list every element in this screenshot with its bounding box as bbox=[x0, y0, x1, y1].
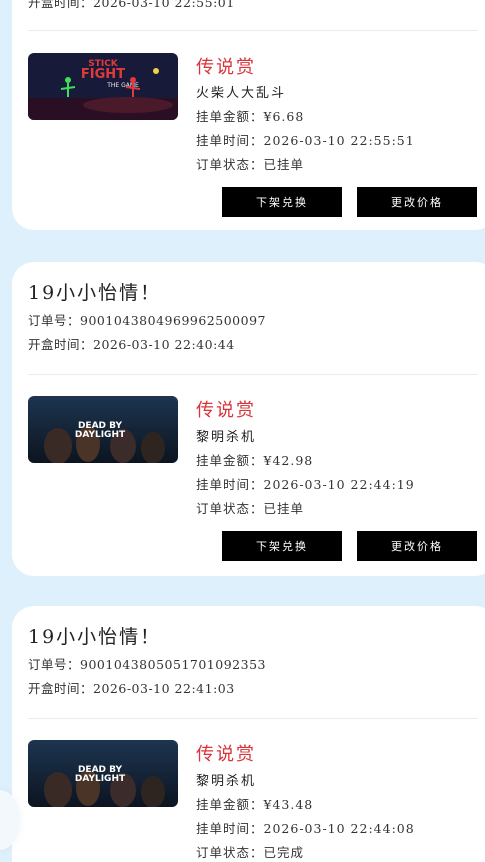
tier-label: 传说赏 bbox=[196, 744, 256, 765]
tier-label: 传说赏 bbox=[196, 400, 256, 421]
change-price-button[interactable]: 更改价格 bbox=[357, 187, 477, 217]
status-label: 订单状态： bbox=[196, 157, 264, 172]
status-value: 已完成 bbox=[263, 845, 305, 860]
game-name: 黎明杀机 bbox=[196, 430, 257, 445]
game-name: 黎明杀机 bbox=[196, 774, 257, 789]
amount-label: 挂单金额： bbox=[196, 797, 264, 812]
status-row: 订单状态：已挂单 bbox=[196, 154, 304, 173]
open-time-value: 2026-03-10 22:40:44 bbox=[93, 337, 235, 352]
game-thumbnail-dead-by-daylight[interactable]: DEAD BY DAYLIGHT bbox=[28, 740, 178, 807]
status-value: 已挂单 bbox=[263, 501, 305, 516]
list-time-row: 挂单时间：2026-03-10 22:44:08 bbox=[196, 818, 415, 837]
card-title: 19小小怡情！ bbox=[28, 626, 162, 648]
amount-label: 挂单金额： bbox=[196, 453, 264, 468]
amount-label: 挂单金额： bbox=[196, 109, 264, 124]
order-no-value: 9001043805051701092353 bbox=[80, 657, 266, 672]
open-time-label: 开盒时间： bbox=[28, 681, 94, 696]
order-card-2: 19小小怡情！ 订单号：9001043804969962500097 开盒时间：… bbox=[12, 262, 485, 576]
open-time-label: 开盒时间： bbox=[28, 337, 94, 352]
open-time-row: 开盒时间：2026-03-10 22:41:03 bbox=[28, 678, 235, 697]
order-card-1: 开盒时间：2026-03-10 22:55:01 STICK FIGHT THE… bbox=[12, 0, 485, 230]
amount-row: 挂单金额：¥6.68 bbox=[196, 106, 304, 125]
amount-value: ¥43.48 bbox=[263, 797, 314, 812]
game-thumbnail-dead-by-daylight[interactable]: DEAD BY DAYLIGHT bbox=[28, 396, 178, 463]
change-price-button[interactable]: 更改价格 bbox=[357, 531, 477, 561]
list-time-label: 挂单时间： bbox=[196, 133, 264, 148]
amount-row: 挂单金额：¥43.48 bbox=[196, 794, 313, 813]
list-time-value: 2026-03-10 22:44:08 bbox=[263, 821, 415, 836]
amount-value: ¥6.68 bbox=[263, 109, 305, 124]
list-time-label: 挂单时间： bbox=[196, 477, 264, 492]
order-no-row: 订单号：9001043804969962500097 bbox=[28, 310, 266, 329]
open-time-row: 开盒时间：2026-03-10 22:40:44 bbox=[28, 334, 235, 353]
status-label: 订单状态： bbox=[196, 845, 264, 860]
amount-row: 挂单金额：¥42.98 bbox=[196, 450, 313, 469]
status-row: 订单状态：已挂单 bbox=[196, 498, 304, 517]
amount-value: ¥42.98 bbox=[263, 453, 314, 468]
order-no-value: 9001043804969962500097 bbox=[80, 313, 266, 328]
svg-text:FIGHT: FIGHT bbox=[81, 67, 125, 82]
list-time-label: 挂单时间： bbox=[196, 821, 264, 836]
status-row: 订单状态：已完成 bbox=[196, 842, 304, 861]
game-name: 火柴人大乱斗 bbox=[196, 86, 287, 101]
svg-text:DAYLIGHT: DAYLIGHT bbox=[75, 430, 126, 440]
list-time-row: 挂单时间：2026-03-10 22:55:51 bbox=[196, 130, 415, 149]
status-label: 订单状态： bbox=[196, 501, 264, 516]
status-value: 已挂单 bbox=[263, 157, 305, 172]
svg-text:DAYLIGHT: DAYLIGHT bbox=[75, 774, 126, 784]
divider bbox=[28, 374, 478, 375]
order-no-label: 订单号： bbox=[28, 313, 81, 328]
delist-button[interactable]: 下架兑换 bbox=[222, 187, 342, 217]
list-time-row: 挂单时间：2026-03-10 22:44:19 bbox=[196, 474, 415, 493]
delist-button[interactable]: 下架兑换 bbox=[222, 531, 342, 561]
divider bbox=[28, 718, 478, 719]
order-no-row: 订单号：9001043805051701092353 bbox=[28, 654, 266, 673]
open-time-value: 2026-03-10 22:41:03 bbox=[93, 681, 235, 696]
game-thumbnail-stick-fight[interactable]: STICK FIGHT THE GAME bbox=[28, 53, 178, 120]
open-time-fragment: 开盒时间：2026-03-10 22:55:01 bbox=[28, 0, 235, 10]
tier-label: 传说赏 bbox=[196, 57, 256, 78]
order-no-label: 订单号： bbox=[28, 657, 81, 672]
card-title: 19小小怡情！ bbox=[28, 282, 162, 304]
list-time-value: 2026-03-10 22:44:19 bbox=[263, 477, 415, 492]
list-time-value: 2026-03-10 22:55:51 bbox=[263, 133, 415, 148]
divider bbox=[28, 30, 478, 31]
order-card-3: 19小小怡情！ 订单号：9001043805051701092353 开盒时间：… bbox=[12, 606, 485, 862]
